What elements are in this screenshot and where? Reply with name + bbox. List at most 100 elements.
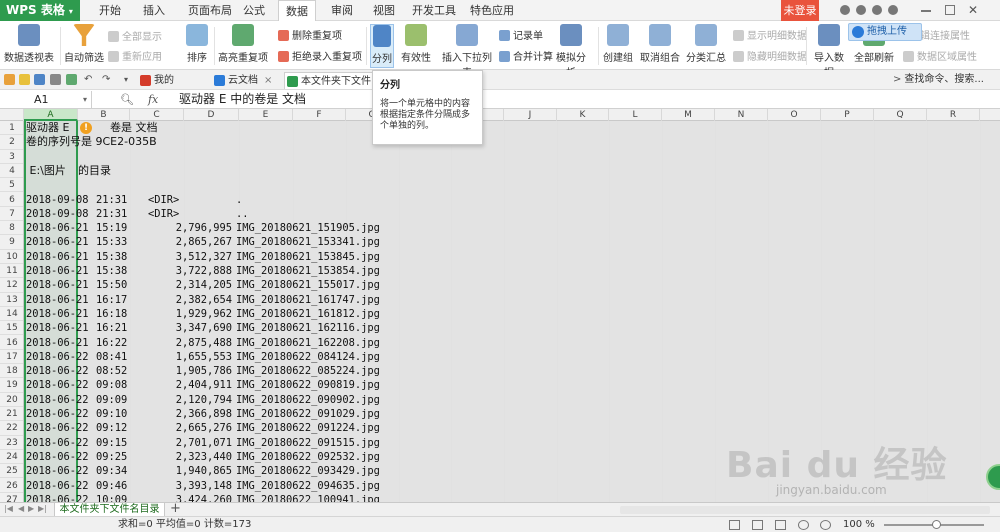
cell-b[interactable]: 10:09 <box>96 493 127 502</box>
cell-e[interactable]: IMG_20180621_161747.jpg <box>236 293 380 307</box>
cell-d[interactable]: 1,940,865 <box>154 464 232 478</box>
cell-a[interactable]: 2018-06-21 <box>26 250 89 264</box>
cell-e[interactable]: IMG_20180622_085224.jpg <box>236 364 380 378</box>
cell-a[interactable]: 2018-06-22 <box>26 493 89 502</box>
cell-d[interactable]: 2,382,654 <box>154 293 232 307</box>
cell-e[interactable]: IMG_20180622_094635.jpg <box>236 479 380 493</box>
cell-e[interactable]: IMG_20180622_093429.jpg <box>236 464 380 478</box>
row-header[interactable]: 4 <box>0 164 23 179</box>
cell-d[interactable]: 2,314,205 <box>154 278 232 292</box>
ungroup-button[interactable]: 取消组合 <box>638 24 682 64</box>
row-header[interactable]: 27 <box>0 493 23 502</box>
zoom-slider-handle[interactable] <box>932 520 941 529</box>
cell-d[interactable]: 2,796,995 <box>154 221 232 235</box>
row-header[interactable]: 2 <box>0 135 23 150</box>
cell-e[interactable]: IMG_20180621_151905.jpg <box>236 221 380 235</box>
cell-a[interactable]: 2018-06-21 <box>26 221 89 235</box>
cell-e[interactable]: IMG_20180622_084124.jpg <box>236 350 380 364</box>
hide-detail-button[interactable]: 隐藏明细数据 <box>733 48 807 63</box>
select-all-corner[interactable] <box>0 109 24 121</box>
cell-d[interactable]: 2,404,911 <box>154 378 232 392</box>
prev-sheet-icon[interactable]: ◀ <box>18 504 24 513</box>
cell-b[interactable]: 09:34 <box>96 464 127 478</box>
cell-a[interactable]: 2018-06-22 <box>26 364 89 378</box>
cell-e[interactable]: IMG_20180622_090819.jpg <box>236 378 380 392</box>
reading-mode-icon[interactable] <box>798 520 809 530</box>
sort-button[interactable]: 排序 <box>184 24 210 64</box>
row-header[interactable]: 1 <box>0 121 23 136</box>
cell-a[interactable]: 2018-06-22 <box>26 450 89 464</box>
tab-cloud-doc[interactable]: 云文档 × <box>212 72 282 89</box>
row-header[interactable]: 21 <box>0 407 23 422</box>
feedback-icon[interactable] <box>888 5 898 15</box>
row-header[interactable]: 12 <box>0 278 23 293</box>
tab-my-wps[interactable]: 我的WPS× <box>138 72 210 103</box>
tab-current-file[interactable]: 本文件夹下文件名 <box>284 72 374 89</box>
cell-e[interactable]: .. <box>236 207 249 221</box>
cell-b[interactable]: 15:19 <box>96 221 127 235</box>
horizontal-scrollbar[interactable] <box>620 506 990 514</box>
row-header[interactable]: 24 <box>0 450 23 465</box>
menu-special[interactable]: 特色应用 <box>466 0 518 21</box>
row-header[interactable]: 18 <box>0 364 23 379</box>
zoom-formula-icon[interactable]: 🔍︎ <box>120 93 134 106</box>
cell-d[interactable]: 2,865,267 <box>154 235 232 249</box>
auto-filter-button[interactable]: 自动筛选 <box>63 24 105 64</box>
zoom-level[interactable]: 100 % <box>843 517 875 532</box>
column-header-l[interactable]: L <box>609 109 662 121</box>
cell-b[interactable]: 16:21 <box>96 321 127 335</box>
menu-page-layout[interactable]: 页面布局 <box>184 0 236 21</box>
cell-e[interactable]: IMG_20180622_091515.jpg <box>236 436 380 450</box>
menu-developer[interactable]: 开发工具 <box>412 0 456 21</box>
reject-duplicates-button[interactable]: 拒绝录入重复项 <box>278 48 362 63</box>
restore-icon[interactable] <box>945 5 955 15</box>
cell-a[interactable]: 2018-06-21 <box>26 321 89 335</box>
show-detail-button[interactable]: 显示明细数据 <box>733 27 807 42</box>
cell-b[interactable]: 09:15 <box>96 436 127 450</box>
cell-d[interactable]: 2,366,898 <box>154 407 232 421</box>
cell-a[interactable]: 驱动器 E <box>26 121 69 135</box>
row-header[interactable]: 10 <box>0 250 23 264</box>
cell-e[interactable]: . <box>236 193 242 207</box>
cell-b[interactable]: 09:12 <box>96 421 127 435</box>
open-file-icon[interactable] <box>19 74 30 85</box>
undo-icon[interactable]: ↶ <box>84 74 95 85</box>
record-form-button[interactable]: 记录单 <box>499 27 543 42</box>
cell-a[interactable]: 2018-06-21 <box>26 235 89 249</box>
column-header-c[interactable]: C <box>130 109 184 121</box>
cell-b[interactable]: 21:31 <box>96 193 127 207</box>
close-icon[interactable]: ✕ <box>968 3 978 17</box>
formula-input[interactable]: 驱动器 E 中的卷是 文档 <box>179 91 306 108</box>
cell-d[interactable]: 1,929,962 <box>154 307 232 321</box>
column-header-m[interactable]: M <box>662 109 715 121</box>
cell-b[interactable]: 09:25 <box>96 450 127 464</box>
cell-b[interactable]: 15:38 <box>96 264 127 278</box>
cell-a[interactable]: 2018-06-21 <box>26 264 89 278</box>
cell-e[interactable]: IMG_20180621_153341.jpg <box>236 235 380 249</box>
row-header[interactable]: 22 <box>0 421 23 436</box>
save-icon[interactable] <box>34 74 45 85</box>
cell-e[interactable]: IMG_20180621_155017.jpg <box>236 278 380 292</box>
close-tab-icon[interactable]: × <box>264 75 272 86</box>
column-header-p[interactable]: P <box>821 109 874 121</box>
cell-b[interactable]: 09:08 <box>96 378 127 392</box>
sheet-tab-active[interactable]: 本文件夹下文件名目录 <box>54 503 165 517</box>
cell-e[interactable]: IMG_20180622_100941.jpg <box>236 493 380 502</box>
page-break-view-icon[interactable] <box>775 520 786 530</box>
cell-b[interactable]: 09:09 <box>96 393 127 407</box>
row-header[interactable]: 8 <box>0 221 23 236</box>
column-header-f[interactable]: F <box>293 109 346 121</box>
data-area-props-button[interactable]: 数据区域属性 <box>903 48 977 63</box>
row-header[interactable]: 23 <box>0 436 23 450</box>
column-header-e[interactable]: E <box>239 109 293 121</box>
menu-start[interactable]: 开始 <box>96 0 124 21</box>
normal-view-icon[interactable] <box>729 520 740 530</box>
settings-icon[interactable] <box>856 5 866 15</box>
cell-d[interactable]: 3,512,327 <box>154 250 232 264</box>
row-header[interactable]: 6 <box>0 193 23 207</box>
cell-e[interactable]: IMG_20180622_092532.jpg <box>236 450 380 464</box>
cell-a[interactable]: 卷的序列号是 9CE2-035B <box>26 135 157 149</box>
column-header-o[interactable]: O <box>768 109 821 121</box>
cell-b[interactable]: 09:10 <box>96 407 127 421</box>
cell-e[interactable]: IMG_20180621_153845.jpg <box>236 250 380 264</box>
